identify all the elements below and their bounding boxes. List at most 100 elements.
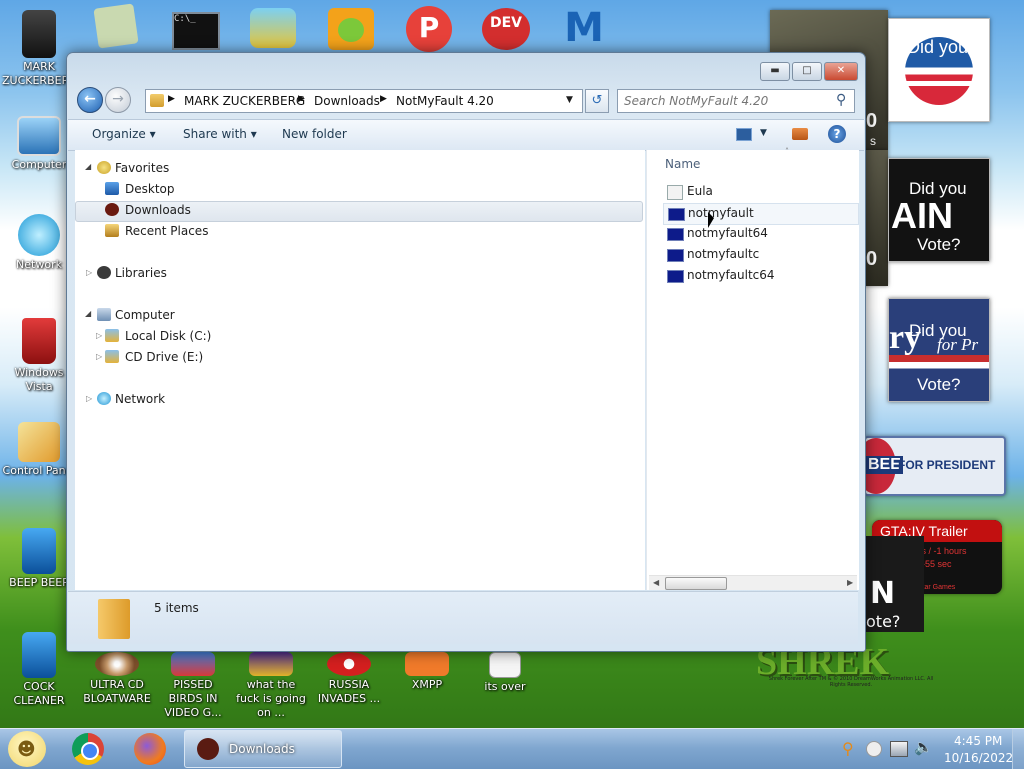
file-name: notmyfaultc64 — [687, 268, 775, 282]
desktop-icon-its-over[interactable]: its over — [468, 652, 542, 694]
nav-favorites[interactable]: Favorites — [115, 161, 169, 175]
file-item-notmyfault64[interactable]: notmyfault64 — [663, 224, 857, 244]
nav-cd-drive[interactable]: CD Drive (E:) — [125, 350, 203, 364]
navigation-pane[interactable]: ◢ Favorites Desktop Downloads Recent Pla… — [75, 150, 645, 590]
search-box[interactable]: ⚲ — [617, 89, 855, 113]
help-button[interactable]: ? — [828, 125, 846, 143]
taskbar-button-label: Downloads — [229, 742, 295, 756]
new-folder-button[interactable]: New folder — [282, 127, 347, 141]
desktop-top-icon-3[interactable] — [250, 8, 296, 48]
search-icon[interactable]: ⚲ — [836, 92, 846, 108]
desktop-icon-birds[interactable]: PISSED BIRDS IN VIDEO G... — [156, 652, 230, 720]
preview-pane-button[interactable] — [792, 128, 808, 140]
minimize-button[interactable]: ▬ — [760, 62, 790, 81]
organize-button[interactable]: Organize ▾ — [92, 127, 156, 141]
back-button[interactable]: ← — [77, 87, 103, 113]
refresh-button[interactable]: ↺ — [585, 89, 609, 113]
breadcrumb-downloads[interactable]: Downloads — [314, 94, 380, 108]
column-header-name[interactable]: Name — [665, 157, 700, 171]
obama-gadget[interactable]: Did you — [888, 18, 990, 122]
chrome-taskbar-icon[interactable] — [72, 733, 104, 765]
file-item-notmyfault[interactable]: notmyfault — [663, 203, 859, 225]
kerry-text-2: ry — [889, 319, 922, 356]
taskbar-button-downloads[interactable]: Downloads — [184, 730, 342, 768]
nav-local-disk[interactable]: Local Disk (C:) — [125, 329, 211, 343]
downloads-taskbar-icon — [197, 738, 219, 760]
desktop-icon-label: XMPP — [411, 678, 443, 691]
expand-local-disk-icon[interactable]: ▷ — [96, 331, 102, 340]
nav-computer[interactable]: Computer — [115, 308, 175, 322]
scroll-right-icon[interactable]: ▶ — [847, 578, 853, 587]
desktop-top-icon-1[interactable] — [93, 3, 139, 49]
clock-time[interactable]: 4:45 PM — [954, 734, 1002, 748]
nav-desktop[interactable]: Desktop — [125, 182, 175, 196]
share-with-button[interactable]: Share with ▾ — [183, 127, 257, 141]
start-button[interactable]: ☻ — [8, 731, 46, 767]
nav-libraries[interactable]: Libraries — [115, 266, 167, 280]
explorer-window[interactable]: ▬ □ ✕ ← → ▶ MARK ZUCKERBERG ▶ Downloads … — [66, 52, 866, 652]
mccain-gadget[interactable]: Did you AIN Vote? — [888, 158, 990, 262]
cmd-icon[interactable]: C:\_ — [172, 12, 220, 50]
scrollbar-thumb[interactable] — [665, 577, 727, 590]
change-view-button[interactable] — [736, 128, 752, 141]
horizontal-scrollbar[interactable]: ◀ ▶ — [649, 575, 857, 590]
start-face-icon: ☻ — [17, 739, 36, 760]
close-button[interactable]: ✕ — [824, 62, 858, 81]
kerry-gadget[interactable]: Did you ry for Pr Vote? — [888, 298, 990, 402]
desktop-icon-cd[interactable]: ULTRA CD BLOATWARE — [80, 652, 154, 706]
expand-network-icon[interactable]: ▷ — [86, 394, 92, 403]
file-list[interactable]: ˄ Name Eula notmyfault notmyfault64 notm… — [646, 147, 859, 590]
desktop-folder-icon — [105, 182, 119, 195]
file-name: notmyfault — [688, 206, 754, 220]
nav-network[interactable]: Network — [115, 392, 165, 406]
show-desktop-button[interactable] — [1012, 729, 1024, 769]
view-dropdown-icon[interactable]: ▼ — [760, 128, 767, 138]
clock-date[interactable]: 10/16/2022 — [944, 751, 1013, 765]
network-tray-icon[interactable] — [890, 741, 908, 757]
desktop-icon-label: Network — [16, 258, 62, 271]
expand-computer-icon[interactable]: ◢ — [85, 309, 91, 318]
file-item-eula[interactable]: Eula — [663, 182, 857, 202]
p-icon[interactable]: P — [406, 6, 452, 52]
desktop-icon-xampp[interactable]: XMPP — [390, 652, 464, 692]
scroll-left-icon[interactable]: ◀ — [653, 578, 659, 587]
desktop-icon-label: what the fuck is going on ... — [236, 678, 306, 719]
expand-cd-drive-icon[interactable]: ▷ — [96, 352, 102, 361]
search-tray-icon[interactable]: ⚲ — [842, 739, 854, 758]
tray-icon-1[interactable] — [866, 741, 882, 757]
nav-recent-places[interactable]: Recent Places — [125, 224, 208, 238]
malwarebytes-icon[interactable]: M — [560, 8, 608, 50]
expand-favorites-icon[interactable]: ◢ — [85, 162, 91, 171]
desktop-icon-network[interactable]: Network — [2, 214, 76, 272]
expand-libraries-icon[interactable]: ▷ — [86, 268, 92, 277]
breadcrumb-current[interactable]: NotMyFault 4.20 — [396, 94, 494, 108]
desktop-icon-recycle-bin[interactable]: Windows Vista — [2, 318, 76, 394]
file-item-notmyfaultc64[interactable]: notmyfaultc64 — [663, 266, 857, 286]
file-item-notmyfaultc[interactable]: notmyfaultc — [663, 245, 857, 265]
desktop-icon-cleaner[interactable]: COCK CLEANER — [2, 632, 76, 708]
desktop-icon-user-folder[interactable]: MARK ZUCKERBERG — [2, 10, 78, 88]
partial-letter: N — [870, 576, 896, 611]
desktop-icon-control-panel[interactable]: Control Panel — [2, 422, 76, 478]
address-dropdown-icon[interactable]: ▼ — [566, 95, 573, 105]
volume-tray-icon[interactable]: 🔈 — [914, 738, 933, 756]
recycle-bin-icon — [22, 318, 56, 364]
angry-pig-icon[interactable] — [328, 8, 374, 50]
search-input[interactable] — [622, 92, 832, 110]
mccain-text-2: AIN — [891, 195, 953, 236]
xampp-icon — [405, 652, 449, 676]
firefox-taskbar-icon[interactable] — [134, 733, 166, 765]
maximize-button[interactable]: □ — [792, 62, 822, 81]
nav-downloads[interactable]: Downloads — [125, 203, 191, 217]
desktop-icon-russia[interactable]: RUSSIA INVADES ... — [312, 652, 386, 706]
address-bar[interactable]: ▶ MARK ZUCKERBERG ▶ Downloads ▶ NotMyFau… — [145, 89, 583, 113]
desktop-icon-beep-beep[interactable]: BEEP BEEP — [2, 528, 76, 590]
document-icon — [489, 652, 521, 678]
desktop-icon-computer[interactable]: Computer — [2, 116, 76, 172]
desktop-icon-label: PISSED BIRDS IN VIDEO G... — [164, 678, 222, 719]
forward-button[interactable]: → — [105, 87, 131, 113]
dev-cpp-icon[interactable]: DEV — [482, 8, 530, 50]
desktop-icon-game[interactable]: what the fuck is going on ... — [234, 652, 308, 720]
breadcrumb-user[interactable]: MARK ZUCKERBERG — [184, 94, 305, 108]
huckabee-gadget[interactable]: BEE FOR PRESIDENT — [864, 436, 1006, 496]
